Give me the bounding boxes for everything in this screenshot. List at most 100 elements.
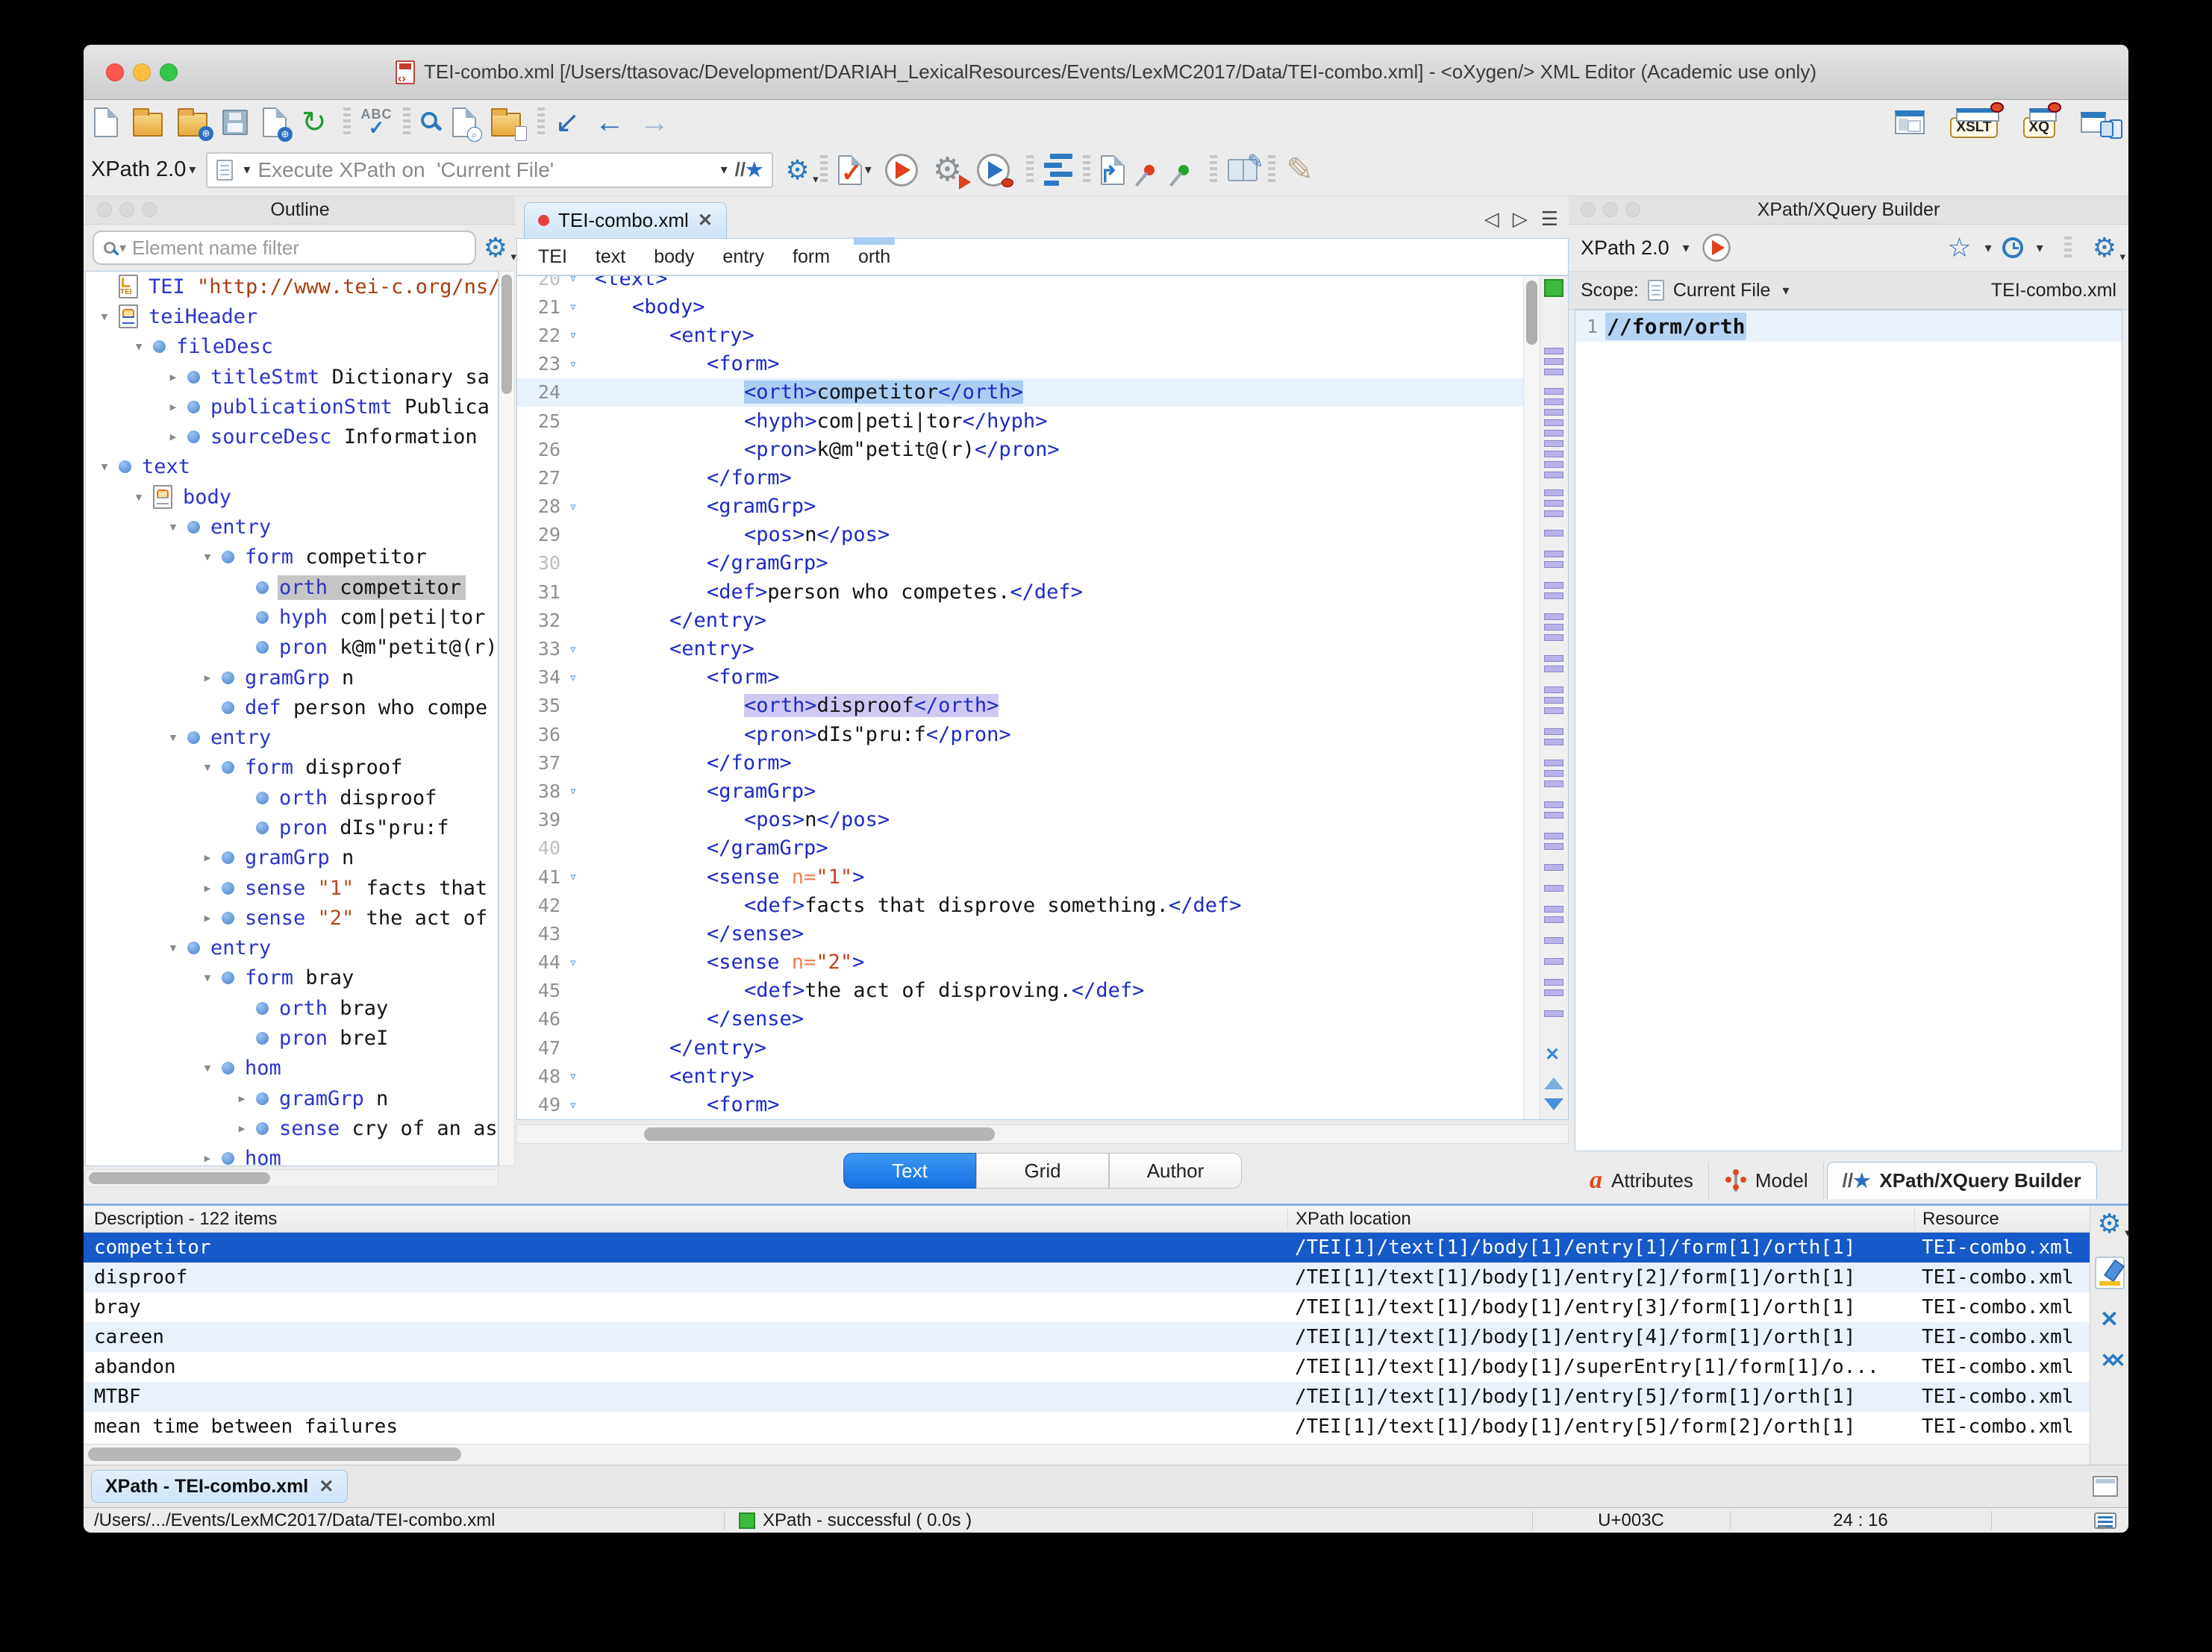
xpath-expression-editor[interactable]: 1 //form/orth — [1575, 310, 2122, 1151]
code-line-29[interactable]: 29<pos>n</pos> — [517, 521, 1523, 549]
expand-icon[interactable]: ▸ — [193, 848, 222, 867]
result-marker[interactable] — [1544, 592, 1563, 599]
database-perspective-icon[interactable] — [2081, 112, 2106, 133]
result-marker[interactable] — [1544, 885, 1563, 892]
builder-version-dropdown[interactable]: XPath 2.0 — [1581, 237, 1669, 260]
configure-transformation-icon[interactable]: ⚙ — [933, 154, 962, 187]
result-marker[interactable] — [1544, 1010, 1563, 1017]
collapse-icon[interactable]: ▾ — [159, 939, 187, 957]
code-line-23[interactable]: 23▿<form> — [517, 350, 1523, 378]
editor-list-icon[interactable]: ☰ — [1541, 207, 1558, 231]
view-text-button[interactable]: Text — [843, 1153, 976, 1189]
fold-toggle-icon[interactable]: ▿ — [560, 327, 586, 343]
validate-icon[interactable]: ✓ — [838, 155, 862, 185]
tab-attributes[interactable]: a Attributes — [1575, 1162, 1709, 1199]
chevron-down-icon[interactable]: ▾ — [2037, 240, 2043, 256]
fold-toggle-icon[interactable]: ▿ — [560, 1068, 586, 1084]
collapse-icon[interactable]: ▾ — [125, 488, 153, 507]
result-marker[interactable] — [1544, 666, 1563, 672]
outline-item-orth[interactable]: orth bray — [86, 993, 498, 1023]
xml-refactoring-icon[interactable]: ↱ — [1101, 155, 1125, 185]
messages-icon[interactable] — [2094, 1512, 2116, 1529]
code-line-22[interactable]: 22▿<entry> — [517, 321, 1523, 349]
xpath-settings-icon[interactable]: ⚙ — [785, 157, 809, 184]
result-marker[interactable] — [1544, 500, 1563, 507]
chevron-down-icon[interactable]: ▾ — [1782, 283, 1789, 298]
result-marker[interactable] — [1544, 419, 1563, 426]
result-marker[interactable] — [1544, 937, 1563, 944]
previous-editor-icon[interactable]: ◁ — [1484, 207, 1499, 231]
fold-toggle-icon[interactable]: ▿ — [560, 641, 586, 657]
clear-highlights-icon[interactable]: ✕ — [1545, 1044, 1560, 1066]
code-line-34[interactable]: 34▿<form> — [517, 663, 1523, 692]
fold-toggle-icon[interactable]: ▿ — [560, 669, 586, 686]
outline-item-entry[interactable]: ▾entry — [86, 722, 498, 752]
results-settings-icon[interactable]: ⚙ — [2097, 1210, 2121, 1237]
code-line-24[interactable]: 24<orth>competitor</orth> — [517, 378, 1523, 407]
result-marker[interactable] — [1544, 958, 1563, 965]
outline-item-fileDesc[interactable]: ▾fileDesc — [86, 332, 498, 362]
code-line-31[interactable]: 31<def>person who competes.</def> — [517, 578, 1523, 606]
expand-icon[interactable]: ▸ — [159, 428, 187, 446]
collapse-icon[interactable]: ▾ — [193, 548, 222, 566]
code-line-46[interactable]: 46</sense> — [517, 1005, 1523, 1033]
result-marker[interactable] — [1544, 833, 1563, 839]
result-marker[interactable] — [1544, 440, 1563, 447]
result-marker[interactable] — [1544, 864, 1563, 871]
tab-xpath-builder[interactable]: //★ XPath/XQuery Builder — [1827, 1162, 2097, 1199]
result-marker[interactable] — [1544, 634, 1563, 641]
result-marker[interactable] — [1544, 770, 1563, 777]
remove-all-results-icon[interactable]: ✕✕ — [2101, 1351, 2119, 1370]
xslt-debugger-icon[interactable]: XSLT — [1950, 117, 1997, 138]
result-marker[interactable] — [1544, 489, 1563, 496]
result-marker[interactable] — [1544, 780, 1563, 787]
outline-item-body[interactable]: ▾body — [86, 482, 498, 512]
outline-item-pron[interactable]: pron k@m"petit@(r) — [86, 633, 498, 663]
editor-horizontal-scrollbar[interactable] — [516, 1124, 1569, 1144]
outline-item-sense[interactable]: ▸sense cry of an as — [86, 1113, 498, 1143]
close-tab-icon[interactable]: ✕ — [698, 210, 713, 231]
result-marker[interactable] — [1544, 906, 1563, 913]
forward-icon[interactable]: → — [640, 107, 669, 137]
breadcrumb-item-orth[interactable]: orth — [858, 246, 890, 268]
code-line-38[interactable]: 38▿<gramGrp> — [517, 777, 1523, 805]
next-editor-icon[interactable]: ▷ — [1513, 207, 1528, 231]
chevron-down-icon[interactable]: ▾ — [865, 162, 872, 178]
result-marker[interactable] — [1544, 430, 1563, 437]
breadcrumb-item-entry[interactable]: entry — [722, 246, 764, 268]
code-line-26[interactable]: 26<pron>k@m"petit@(r)</pron> — [517, 435, 1523, 463]
outline-item-form[interactable]: ▾form bray — [86, 963, 498, 993]
result-marker[interactable] — [1544, 801, 1563, 808]
view-grid-button[interactable]: Grid — [976, 1153, 1109, 1189]
xpath-in-files-icon[interactable]: //★ — [735, 158, 763, 181]
outline-item-gramGrp[interactable]: ▸gramGrp n — [86, 663, 498, 692]
minimize-window-button[interactable] — [133, 63, 151, 81]
outline-item-sourceDesc[interactable]: ▸sourceDesc Information — [86, 422, 498, 451]
next-highlight-icon[interactable] — [1544, 1098, 1563, 1110]
apply-transformation-icon[interactable] — [885, 154, 918, 187]
result-marker[interactable] — [1544, 461, 1563, 468]
result-marker[interactable] — [1544, 551, 1563, 557]
code-line-48[interactable]: 48▿<entry> — [517, 1062, 1523, 1090]
remove-result-icon[interactable]: ✕ — [2100, 1309, 2119, 1331]
view-author-button[interactable]: Author — [1109, 1153, 1242, 1189]
result-marker[interactable] — [1544, 707, 1563, 714]
expand-icon[interactable]: ▸ — [228, 1119, 256, 1138]
result-row-competitor[interactable]: competitor/TEI[1]/text[1]/body[1]/entry[… — [84, 1233, 2128, 1263]
outline-settings-icon[interactable]: ⚙ — [484, 234, 507, 261]
scope-value-dropdown[interactable]: Current File — [1673, 280, 1771, 301]
chevron-down-icon[interactable]: ▾ — [1683, 240, 1690, 256]
fold-toggle-icon[interactable]: ▿ — [560, 498, 586, 515]
fold-toggle-icon[interactable]: ▿ — [560, 954, 586, 971]
results-header[interactable]: Description - 122 items XPath location R… — [84, 1206, 2128, 1233]
close-window-button[interactable] — [106, 63, 124, 81]
search-icon[interactable] — [421, 112, 437, 128]
editor-vertical-scrollbar[interactable] — [1523, 276, 1540, 1119]
fold-toggle-icon[interactable]: ▿ — [560, 298, 586, 315]
spell-check-icon[interactable]: ABC✓ — [361, 107, 393, 137]
result-marker[interactable] — [1544, 686, 1563, 693]
expand-icon[interactable]: ▸ — [193, 879, 222, 898]
result-marker[interactable] — [1544, 728, 1563, 735]
fold-toggle-icon[interactable]: ▿ — [560, 1097, 586, 1113]
element-filter-box[interactable]: ▾ — [93, 231, 476, 265]
